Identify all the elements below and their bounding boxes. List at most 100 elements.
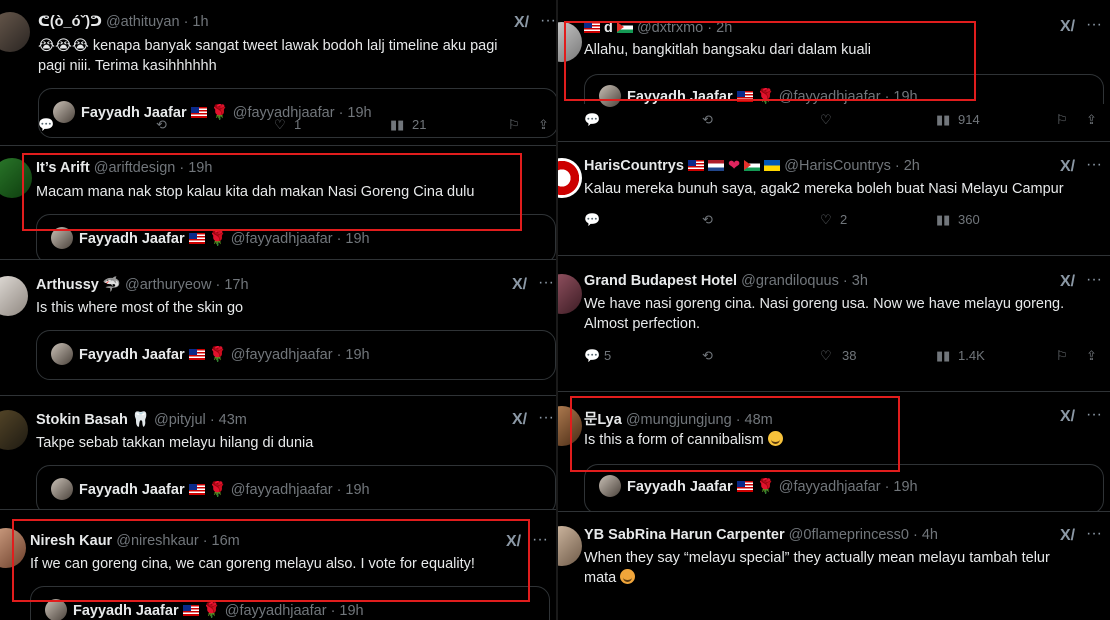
quoted-tweet[interactable]: Fayyadh Jaafar 🌹 @fayyadhjaafar · 19h — [36, 465, 556, 509]
author-name[interactable]: It’s Arift — [36, 160, 90, 176]
avatar[interactable] — [0, 158, 32, 198]
more-icon[interactable]: ··· — [1086, 156, 1102, 174]
quote-avatar — [599, 475, 621, 497]
tweet-time[interactable]: · 2h — [707, 20, 732, 36]
author-handle[interactable]: @dxtrxmo — [637, 20, 703, 36]
tweet-time[interactable]: · 1h — [184, 14, 209, 30]
quote-header: Fayyadh Jaafar 🌹 @fayyadhjaafar · 19h — [627, 88, 918, 105]
grok-icon[interactable]: X/ — [506, 533, 521, 551]
retweet-icon[interactable]: ⟲ — [156, 117, 167, 133]
author-name[interactable]: YB SabRina Harun Carpenter — [584, 527, 785, 543]
author-handle[interactable]: @arthuryeow — [125, 277, 211, 293]
tweet-mungjungjung[interactable]: 문Lya @mungjungjung · 48m X/ ··· Is this … — [558, 394, 1110, 512]
tweet-time[interactable]: · 43m — [210, 412, 247, 428]
more-icon[interactable]: ··· — [1086, 271, 1102, 289]
views-icon[interactable]: ▮▮ — [936, 348, 950, 364]
heart-icon[interactable]: ♡ — [820, 348, 832, 364]
avatar[interactable] — [558, 526, 582, 566]
quoted-tweet[interactable]: Fayyadh Jaafar 🌹 @fayyadhjaafar · 19h — [36, 330, 556, 380]
grok-icon[interactable]: X/ — [1060, 18, 1075, 36]
more-icon[interactable]: ··· — [540, 12, 556, 30]
tweet-time[interactable]: · 48m — [736, 412, 773, 428]
author-name[interactable]: 문Lya — [584, 412, 622, 428]
bookmark-icon[interactable]: ⚐ — [1056, 112, 1068, 128]
reply-icon[interactable]: 💬 — [584, 212, 600, 228]
reply-icon[interactable]: 💬 — [38, 117, 54, 133]
author-handle[interactable]: @HarisCountrys — [784, 158, 891, 174]
author-name[interactable]: Stokin Basah — [36, 412, 128, 428]
share-icon[interactable]: ⇪ — [538, 117, 549, 133]
malaysia-flag-icon — [736, 91, 753, 102]
retweet-icon[interactable]: ⟲ — [702, 348, 713, 364]
more-icon[interactable]: ··· — [538, 409, 554, 427]
views-icon[interactable]: ▮▮ — [390, 117, 404, 133]
avatar[interactable] — [558, 406, 582, 446]
avatar[interactable] — [0, 12, 30, 52]
tweet-time[interactable]: · 19h — [179, 160, 212, 176]
tweet-grandiloquus[interactable]: Grand Budapest Hotel @grandiloquus · 3h … — [558, 258, 1110, 392]
author-handle[interactable]: @mungjungjung — [626, 412, 732, 428]
avatar[interactable] — [0, 528, 26, 568]
tweet-athituyan[interactable]: ᕦ(ò_óˇ)ᕤ @athituyan · 1h X/ ··· 😭😭😭 kena… — [0, 0, 556, 146]
heart-icon[interactable]: ♡ — [820, 212, 832, 228]
quoted-tweet[interactable]: Fayyadh Jaafar 🌹 @fayyadhjaafar · 19h — [584, 74, 1104, 107]
views-icon[interactable]: ▮▮ — [936, 112, 950, 128]
bookmark-icon[interactable]: ⚐ — [508, 117, 520, 133]
avatar[interactable] — [558, 274, 582, 314]
author-name[interactable]: HarisCountrys — [584, 158, 684, 174]
tweet-hariscountrys[interactable]: HarisCountrys ❤ @HarisCountrys · 2h X/ ·… — [558, 144, 1110, 256]
author-name[interactable]: Arthussy — [36, 277, 99, 293]
author-handle[interactable]: @ariftdesign — [94, 160, 176, 176]
grok-icon[interactable]: X/ — [512, 411, 527, 429]
avatar[interactable] — [558, 158, 582, 198]
avatar[interactable] — [0, 276, 28, 316]
tweet-arthuryeow[interactable]: Arthussy 🦈 @arthuryeow · 17h X/ ··· Is t… — [0, 262, 556, 396]
tweet-time[interactable]: · 2h — [895, 158, 920, 174]
more-icon[interactable]: ··· — [1086, 525, 1102, 543]
grok-icon[interactable]: X/ — [512, 276, 527, 294]
author-handle[interactable]: @0flameprincess0 — [789, 527, 909, 543]
grok-icon[interactable]: X/ — [1060, 273, 1075, 291]
tweet-time[interactable]: · 4h — [913, 527, 938, 543]
views-icon[interactable]: ▮▮ — [936, 212, 950, 228]
quoted-tweet[interactable]: Fayyadh Jaafar 🌹 @fayyadhjaafar · 19h — [30, 586, 550, 620]
tweet-nireshkaur[interactable]: Niresh Kaur @nireshkaur · 16m X/ ··· If … — [0, 512, 556, 620]
retweet-icon[interactable]: ⟲ — [702, 112, 713, 128]
reply-icon[interactable]: 💬 — [584, 112, 600, 128]
share-icon[interactable]: ⇪ — [1086, 348, 1097, 364]
author-name[interactable]: ᕦ(ò_óˇ)ᕤ — [38, 14, 102, 30]
grok-icon[interactable]: X/ — [1060, 408, 1075, 426]
tweet-0flameprincess0[interactable]: YB SabRina Harun Carpenter @0flameprince… — [558, 514, 1110, 620]
author-handle[interactable]: @nireshkaur — [116, 533, 198, 549]
tweet-time[interactable]: · 3h — [843, 273, 868, 289]
grok-icon[interactable]: X/ — [1060, 158, 1075, 176]
grok-icon[interactable]: X/ — [1060, 527, 1075, 545]
bookmark-icon[interactable]: ⚐ — [1056, 348, 1068, 364]
author-handle[interactable]: @grandiloquus — [741, 273, 839, 289]
grok-icon[interactable]: X/ — [514, 14, 529, 32]
author-handle[interactable]: @athituyan — [106, 14, 180, 30]
tweet-ariftdesign[interactable]: It’s Arift @ariftdesign · 19h Macam mana… — [0, 148, 556, 260]
quoted-tweet[interactable]: Fayyadh Jaafar 🌹 @fayyadhjaafar · 19h — [584, 464, 1104, 511]
tweet-time[interactable]: · 16m — [203, 533, 240, 549]
retweet-icon[interactable]: ⟲ — [702, 212, 713, 228]
more-icon[interactable]: ··· — [532, 531, 548, 549]
author-name[interactable]: d — [604, 20, 613, 36]
tweet-pityjul[interactable]: Stokin Basah 🦷 @pityjul · 43m X/ ··· Tak… — [0, 398, 556, 510]
author-name[interactable]: Niresh Kaur — [30, 533, 112, 549]
reply-icon[interactable]: 💬 — [584, 348, 600, 364]
heart-icon[interactable]: ♡ — [820, 112, 832, 128]
tweet-time[interactable]: · 17h — [215, 277, 248, 293]
share-icon[interactable]: ⇪ — [1086, 112, 1097, 128]
more-icon[interactable]: ··· — [1086, 406, 1102, 424]
author-handle[interactable]: @pityjul — [154, 412, 206, 428]
more-icon[interactable]: ··· — [1086, 16, 1102, 34]
author-name[interactable]: Grand Budapest Hotel — [584, 273, 737, 289]
more-icon[interactable]: ··· — [538, 274, 554, 292]
heart-icon[interactable]: ♡ — [274, 117, 286, 133]
avatar[interactable] — [0, 410, 28, 450]
quoted-tweet[interactable]: Fayyadh Jaafar 🌹 @fayyadhjaafar · 19h — [36, 214, 556, 259]
tweet-dxtrxmo[interactable]: d @dxtrxmo · 2h X/ ··· Allahu, bangkitla… — [558, 0, 1110, 142]
avatar[interactable] — [558, 22, 582, 62]
ukraine-flag-icon — [764, 160, 781, 171]
